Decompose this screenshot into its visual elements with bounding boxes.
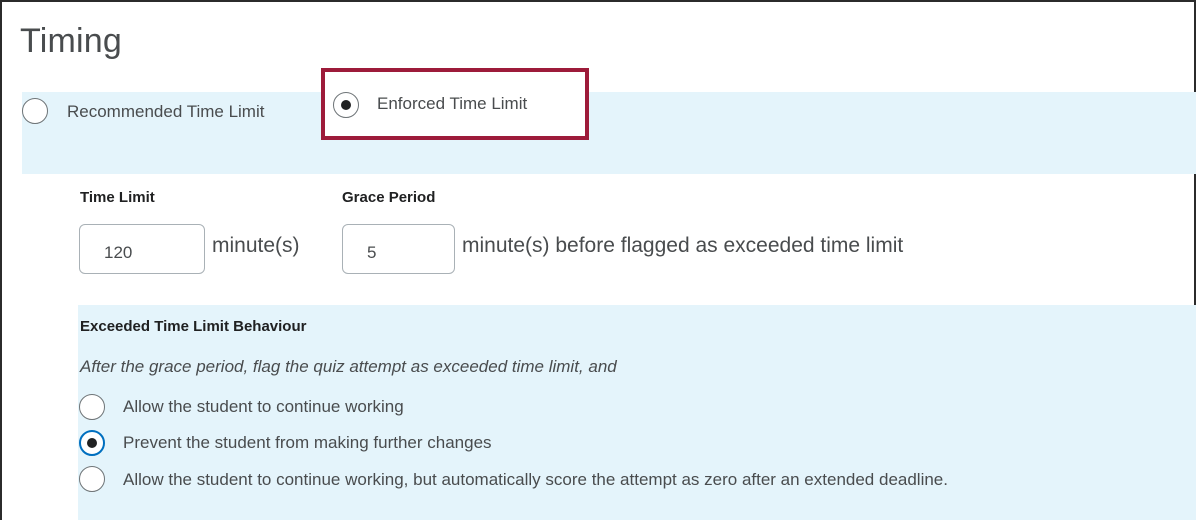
enforced-time-limit-radio[interactable] <box>333 92 359 118</box>
time-limit-label: Time Limit <box>80 189 155 206</box>
prevent-changes-radio[interactable] <box>79 430 105 456</box>
time-limit-unit: minute(s) <box>212 234 300 257</box>
prevent-changes-label[interactable]: Prevent the student from making further … <box>123 433 492 453</box>
enforced-time-limit-label[interactable]: Enforced Time Limit <box>377 94 527 114</box>
section-title: Timing <box>20 22 122 60</box>
allow-continue-zero-score-label[interactable]: Allow the student to continue working, b… <box>123 470 948 490</box>
allow-continue-radio[interactable] <box>79 394 105 420</box>
recommended-time-limit-radio[interactable] <box>22 98 48 124</box>
grace-period-unit: minute(s) before flagged as exceeded tim… <box>462 234 904 257</box>
allow-continue-label[interactable]: Allow the student to continue working <box>123 397 404 417</box>
grace-period-input[interactable]: 5 <box>342 224 455 274</box>
allow-continue-zero-score-radio[interactable] <box>79 466 105 492</box>
time-limit-input[interactable]: 120 <box>79 224 205 274</box>
exceeded-behaviour-heading: Exceeded Time Limit Behaviour <box>80 318 307 335</box>
exceeded-behaviour-description: After the grace period, flag the quiz at… <box>80 357 617 376</box>
grace-period-label: Grace Period <box>342 189 436 206</box>
recommended-time-limit-label[interactable]: Recommended Time Limit <box>67 102 264 122</box>
